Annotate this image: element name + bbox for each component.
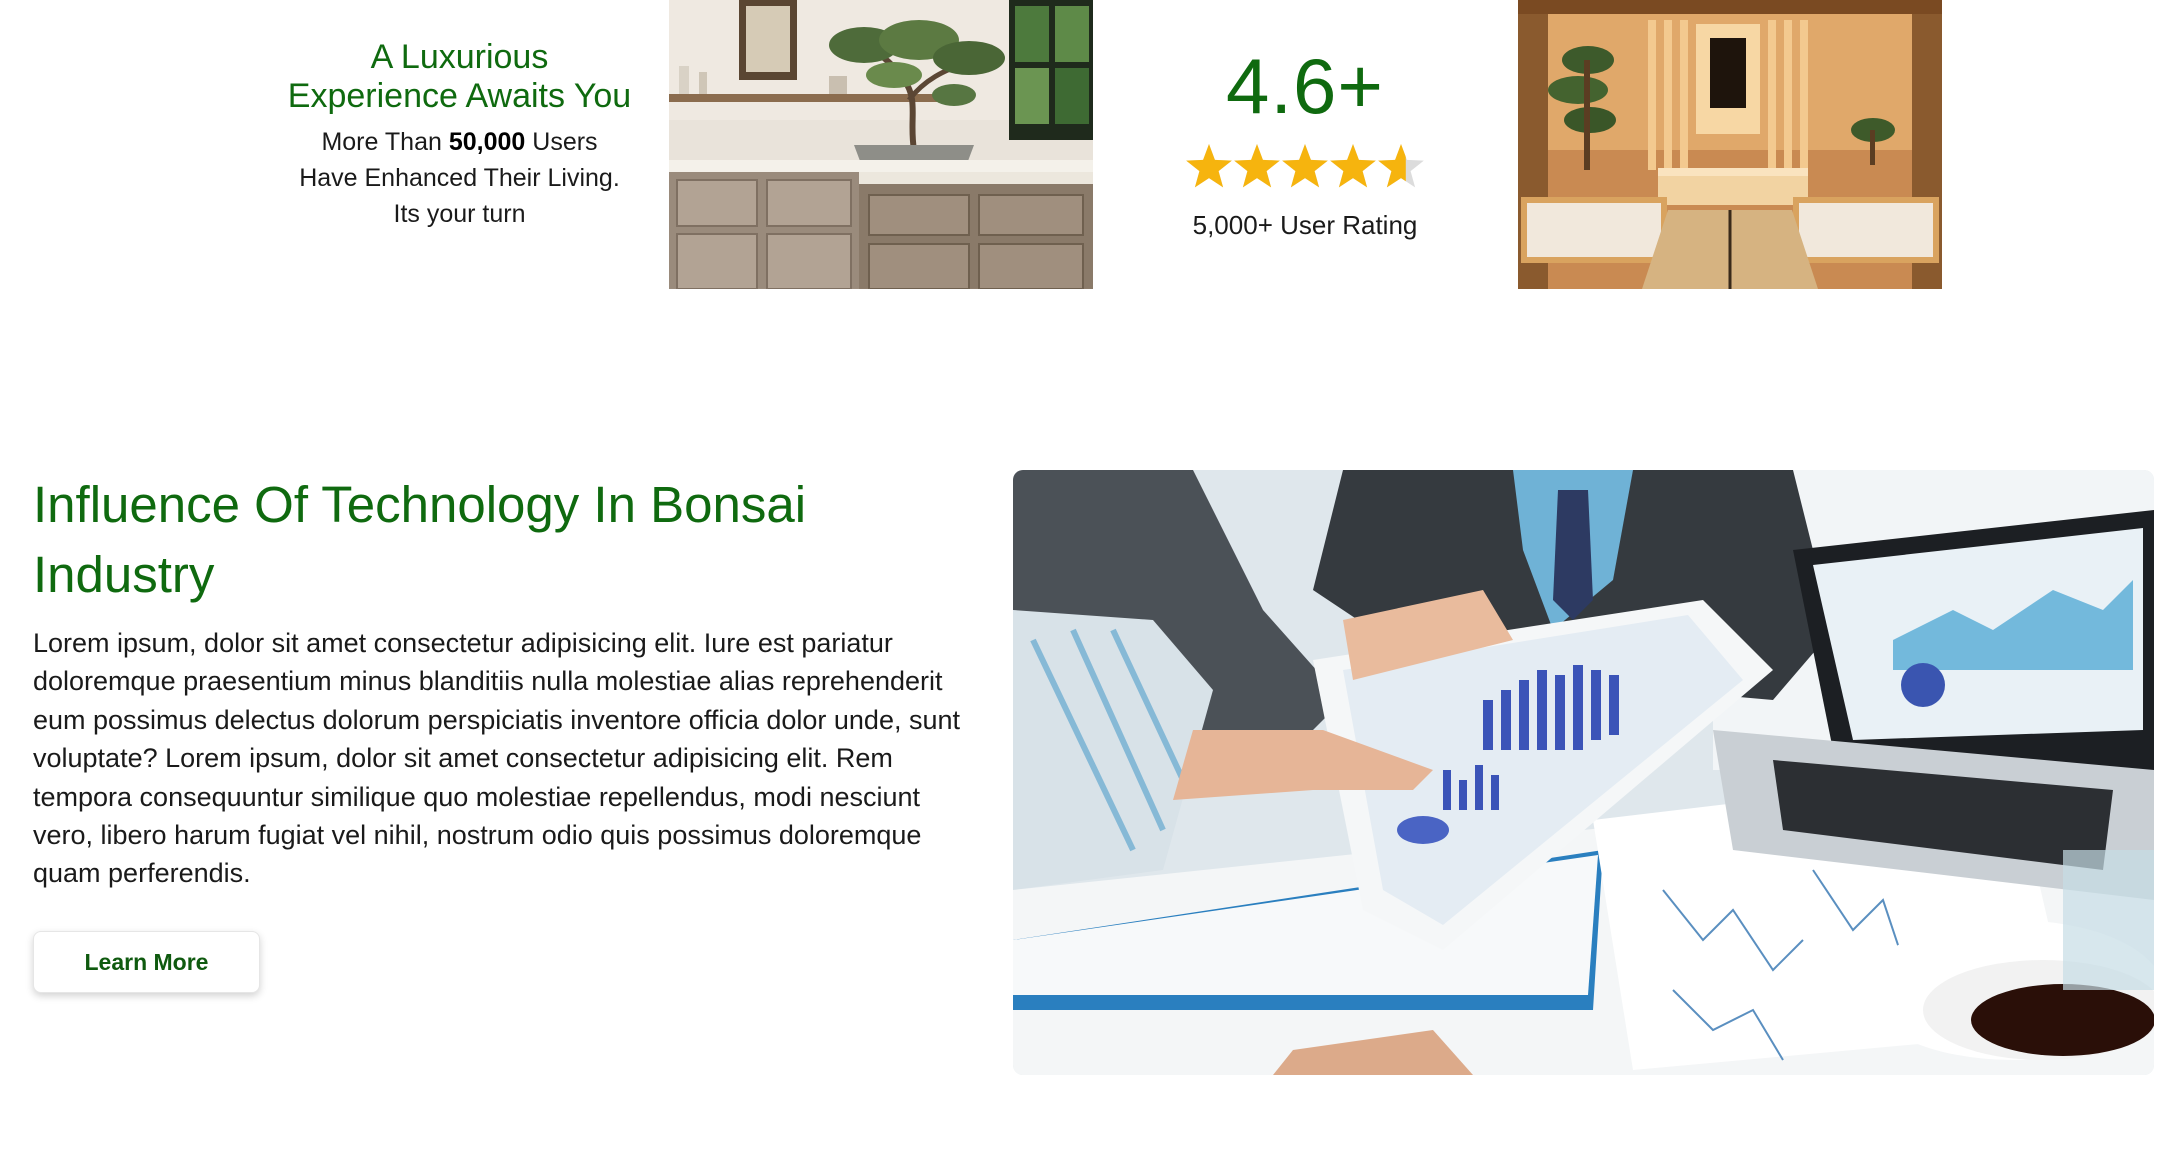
promo-text-prefix: More Than bbox=[321, 128, 449, 156]
promo-text-line3: Its your turn bbox=[393, 200, 526, 228]
rating-value: 4.6+ bbox=[1226, 42, 1384, 130]
promo-text-suffix: Users bbox=[525, 128, 598, 156]
rating-block: 4.6+ 5,000+ User Rating bbox=[1170, 40, 1440, 241]
promo-text-line1: More Than 50,000 Users bbox=[262, 124, 657, 160]
promo-heading-line1: A Luxurious bbox=[370, 38, 549, 76]
promo-text: More Than 50,000 Users Have Enhanced The… bbox=[262, 124, 657, 232]
feature-section: Influence Of Technology In Bonsai Indust… bbox=[33, 470, 973, 993]
promo-block: A Luxurious Experience Awaits You More T… bbox=[262, 38, 657, 232]
japanese-room-photo bbox=[1518, 0, 1942, 289]
business-tablet-photo bbox=[1013, 470, 2154, 1075]
feature-body: Lorem ipsum, dolor sit amet consectetur … bbox=[33, 628, 960, 889]
star-icon bbox=[1186, 144, 1232, 188]
promo-text-line2: Have Enhanced Their Living. bbox=[299, 164, 620, 192]
rating-caption: 5,000+ User Rating bbox=[1192, 210, 1418, 240]
promo-heading: A Luxurious Experience Awaits You bbox=[262, 38, 657, 116]
star-icon bbox=[1282, 144, 1328, 188]
star-icon bbox=[1234, 144, 1280, 188]
kitchen-bonsai-photo bbox=[669, 0, 1093, 289]
promo-user-count: 50,000 bbox=[448, 128, 526, 156]
learn-more-button[interactable]: Learn More bbox=[33, 930, 260, 993]
star-icon bbox=[1330, 144, 1376, 188]
star-rating bbox=[1185, 140, 1425, 196]
promo-heading-line2: Experience Awaits You bbox=[287, 77, 632, 115]
feature-title: Influence Of Technology In Bonsai Indust… bbox=[33, 476, 807, 603]
